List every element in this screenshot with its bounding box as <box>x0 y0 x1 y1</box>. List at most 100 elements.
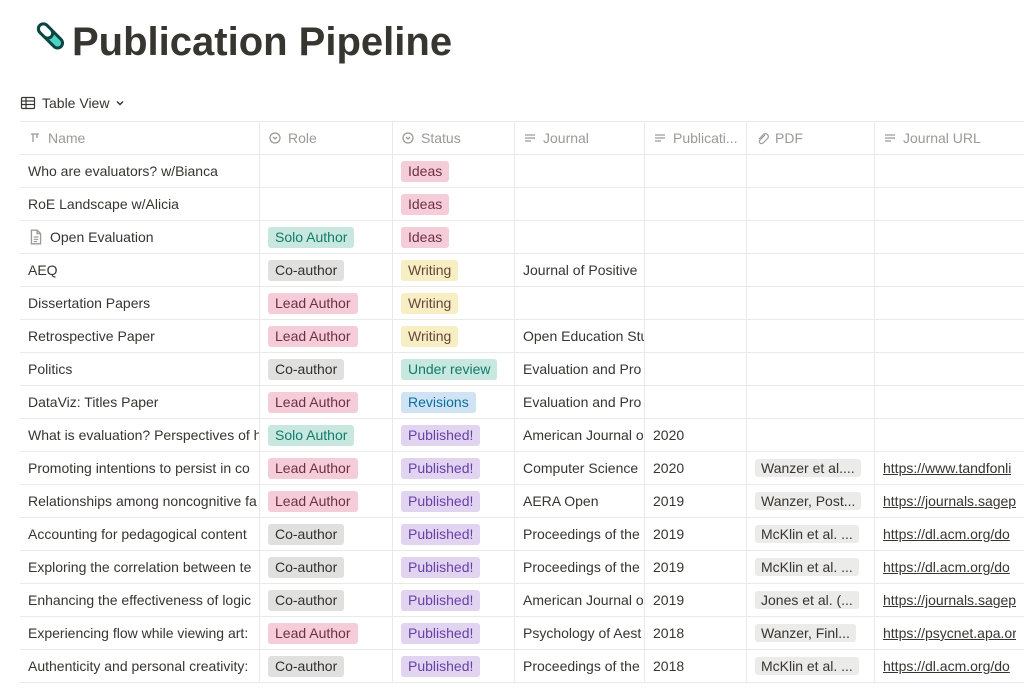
cell-publication[interactable]: 2020 <box>645 452 747 484</box>
cell-name[interactable]: What is evaluation? Perspectives of h <box>20 419 260 451</box>
cell-publication[interactable]: 2018 <box>645 617 747 649</box>
col-header-status[interactable]: Status <box>393 122 515 154</box>
cell-name[interactable]: Dissertation Papers <box>20 287 260 319</box>
table-row[interactable]: Open EvaluationSolo AuthorIdeas <box>20 221 1024 254</box>
cell-status[interactable]: Ideas <box>393 155 515 187</box>
cell-role[interactable]: Lead Author <box>260 617 393 649</box>
cell-journal[interactable]: Evaluation and Pro <box>515 353 645 385</box>
cell-name[interactable]: Enhancing the effectiveness of logic <box>20 584 260 616</box>
journal-url-link[interactable]: https://dl.acm.org/do <box>883 559 1010 575</box>
cell-status[interactable]: Published! <box>393 452 515 484</box>
col-header-journal[interactable]: Journal <box>515 122 645 154</box>
cell-pdf[interactable]: McKlin et al. ... <box>747 518 875 550</box>
cell-url[interactable] <box>875 353 1024 385</box>
cell-status[interactable]: Published! <box>393 584 515 616</box>
cell-pdf[interactable]: McKlin et al. ... <box>747 650 875 682</box>
cell-journal[interactable] <box>515 155 645 187</box>
cell-role[interactable]: Co-author <box>260 650 393 682</box>
pdf-attachment[interactable]: Wanzer et al.... <box>755 459 861 477</box>
pdf-attachment[interactable]: Wanzer, Finl... <box>755 624 856 642</box>
cell-url[interactable]: https://www.tandfonli <box>875 452 1024 484</box>
table-row[interactable]: Experiencing flow while viewing art:Lead… <box>20 617 1024 650</box>
cell-role[interactable] <box>260 155 393 187</box>
table-row[interactable]: What is evaluation? Perspectives of hSol… <box>20 419 1024 452</box>
table-row[interactable]: DataViz: Titles PaperLead AuthorRevision… <box>20 386 1024 419</box>
cell-publication[interactable] <box>645 320 747 352</box>
cell-publication[interactable] <box>645 188 747 220</box>
table-row[interactable]: Accounting for pedagogical contentCo-aut… <box>20 518 1024 551</box>
cell-journal[interactable]: Journal of Positive <box>515 254 645 286</box>
journal-url-link[interactable]: https://journals.sagep <box>883 592 1016 608</box>
cell-journal[interactable]: Computer Science <box>515 452 645 484</box>
pdf-attachment[interactable]: McKlin et al. ... <box>755 525 859 543</box>
pdf-attachment[interactable]: McKlin et al. ... <box>755 558 859 576</box>
cell-url[interactable]: https://psycnet.apa.or <box>875 617 1024 649</box>
cell-status[interactable]: Under review <box>393 353 515 385</box>
cell-journal[interactable] <box>515 221 645 253</box>
cell-url[interactable] <box>875 155 1024 187</box>
cell-status[interactable]: Published! <box>393 617 515 649</box>
cell-publication[interactable]: 2018 <box>645 650 747 682</box>
cell-publication[interactable] <box>645 221 747 253</box>
cell-url[interactable] <box>875 386 1024 418</box>
journal-url-link[interactable]: https://dl.acm.org/do <box>883 526 1010 542</box>
cell-journal[interactable]: Evaluation and Pro <box>515 386 645 418</box>
cell-status[interactable]: Ideas <box>393 221 515 253</box>
cell-url[interactable]: https://journals.sagep <box>875 584 1024 616</box>
cell-pdf[interactable]: Wanzer, Post... <box>747 485 875 517</box>
cell-name[interactable]: Who are evaluators? w/Bianca <box>20 155 260 187</box>
cell-url[interactable] <box>875 221 1024 253</box>
cell-pdf[interactable]: Wanzer, Finl... <box>747 617 875 649</box>
cell-publication[interactable] <box>645 287 747 319</box>
table-row[interactable]: Relationships among noncognitive faLead … <box>20 485 1024 518</box>
cell-status[interactable]: Writing <box>393 287 515 319</box>
cell-url[interactable]: https://dl.acm.org/do <box>875 650 1024 682</box>
cell-status[interactable]: Revisions <box>393 386 515 418</box>
table-row[interactable]: Authenticity and personal creativity:Co-… <box>20 650 1024 683</box>
cell-status[interactable]: Published! <box>393 485 515 517</box>
cell-status[interactable]: Published! <box>393 650 515 682</box>
cell-url[interactable]: https://dl.acm.org/do <box>875 551 1024 583</box>
cell-url[interactable] <box>875 188 1024 220</box>
pdf-attachment[interactable]: Jones et al. (... <box>755 591 859 609</box>
table-row[interactable]: RoE Landscape w/AliciaIdeas <box>20 188 1024 221</box>
cell-journal[interactable]: Proceedings of the <box>515 518 645 550</box>
cell-journal[interactable]: Proceedings of the <box>515 650 645 682</box>
cell-url[interactable] <box>875 254 1024 286</box>
cell-pdf[interactable] <box>747 221 875 253</box>
cell-name[interactable]: Accounting for pedagogical content <box>20 518 260 550</box>
cell-journal[interactable]: Proceedings of the <box>515 551 645 583</box>
table-row[interactable]: Who are evaluators? w/Bianca Ideas <box>20 155 1024 188</box>
cell-name[interactable]: DataViz: Titles Paper <box>20 386 260 418</box>
table-row[interactable]: AEQCo-authorWritingJournal of Positive <box>20 254 1024 287</box>
cell-pdf[interactable] <box>747 386 875 418</box>
cell-url[interactable]: https://dl.acm.org/do <box>875 518 1024 550</box>
cell-url[interactable] <box>875 419 1024 451</box>
cell-pdf[interactable] <box>747 287 875 319</box>
table-row[interactable]: Dissertation PapersLead AuthorWriting <box>20 287 1024 320</box>
pdf-attachment[interactable]: Wanzer, Post... <box>755 492 861 510</box>
cell-name[interactable]: Retrospective Paper <box>20 320 260 352</box>
cell-role[interactable]: Lead Author <box>260 386 393 418</box>
table-row[interactable]: PoliticsCo-authorUnder reviewEvaluation … <box>20 353 1024 386</box>
cell-name[interactable]: Relationships among noncognitive fa <box>20 485 260 517</box>
cell-role[interactable]: Co-author <box>260 353 393 385</box>
cell-url[interactable]: https://journals.sagep <box>875 485 1024 517</box>
cell-publication[interactable] <box>645 155 747 187</box>
cell-url[interactable] <box>875 287 1024 319</box>
cell-publication[interactable]: 2019 <box>645 551 747 583</box>
cell-status[interactable]: Writing <box>393 320 515 352</box>
cell-publication[interactable] <box>645 254 747 286</box>
cell-role[interactable]: Lead Author <box>260 452 393 484</box>
col-header-publication[interactable]: Publicati... <box>645 122 747 154</box>
cell-publication[interactable] <box>645 353 747 385</box>
cell-status[interactable]: Published! <box>393 419 515 451</box>
cell-name[interactable]: Promoting intentions to persist in co <box>20 452 260 484</box>
cell-role[interactable]: Co-author <box>260 254 393 286</box>
view-selector[interactable]: Table View <box>20 95 1024 111</box>
cell-publication[interactable]: 2019 <box>645 584 747 616</box>
cell-pdf[interactable] <box>747 155 875 187</box>
cell-publication[interactable]: 2019 <box>645 518 747 550</box>
cell-role[interactable]: Co-author <box>260 584 393 616</box>
cell-journal[interactable] <box>515 287 645 319</box>
